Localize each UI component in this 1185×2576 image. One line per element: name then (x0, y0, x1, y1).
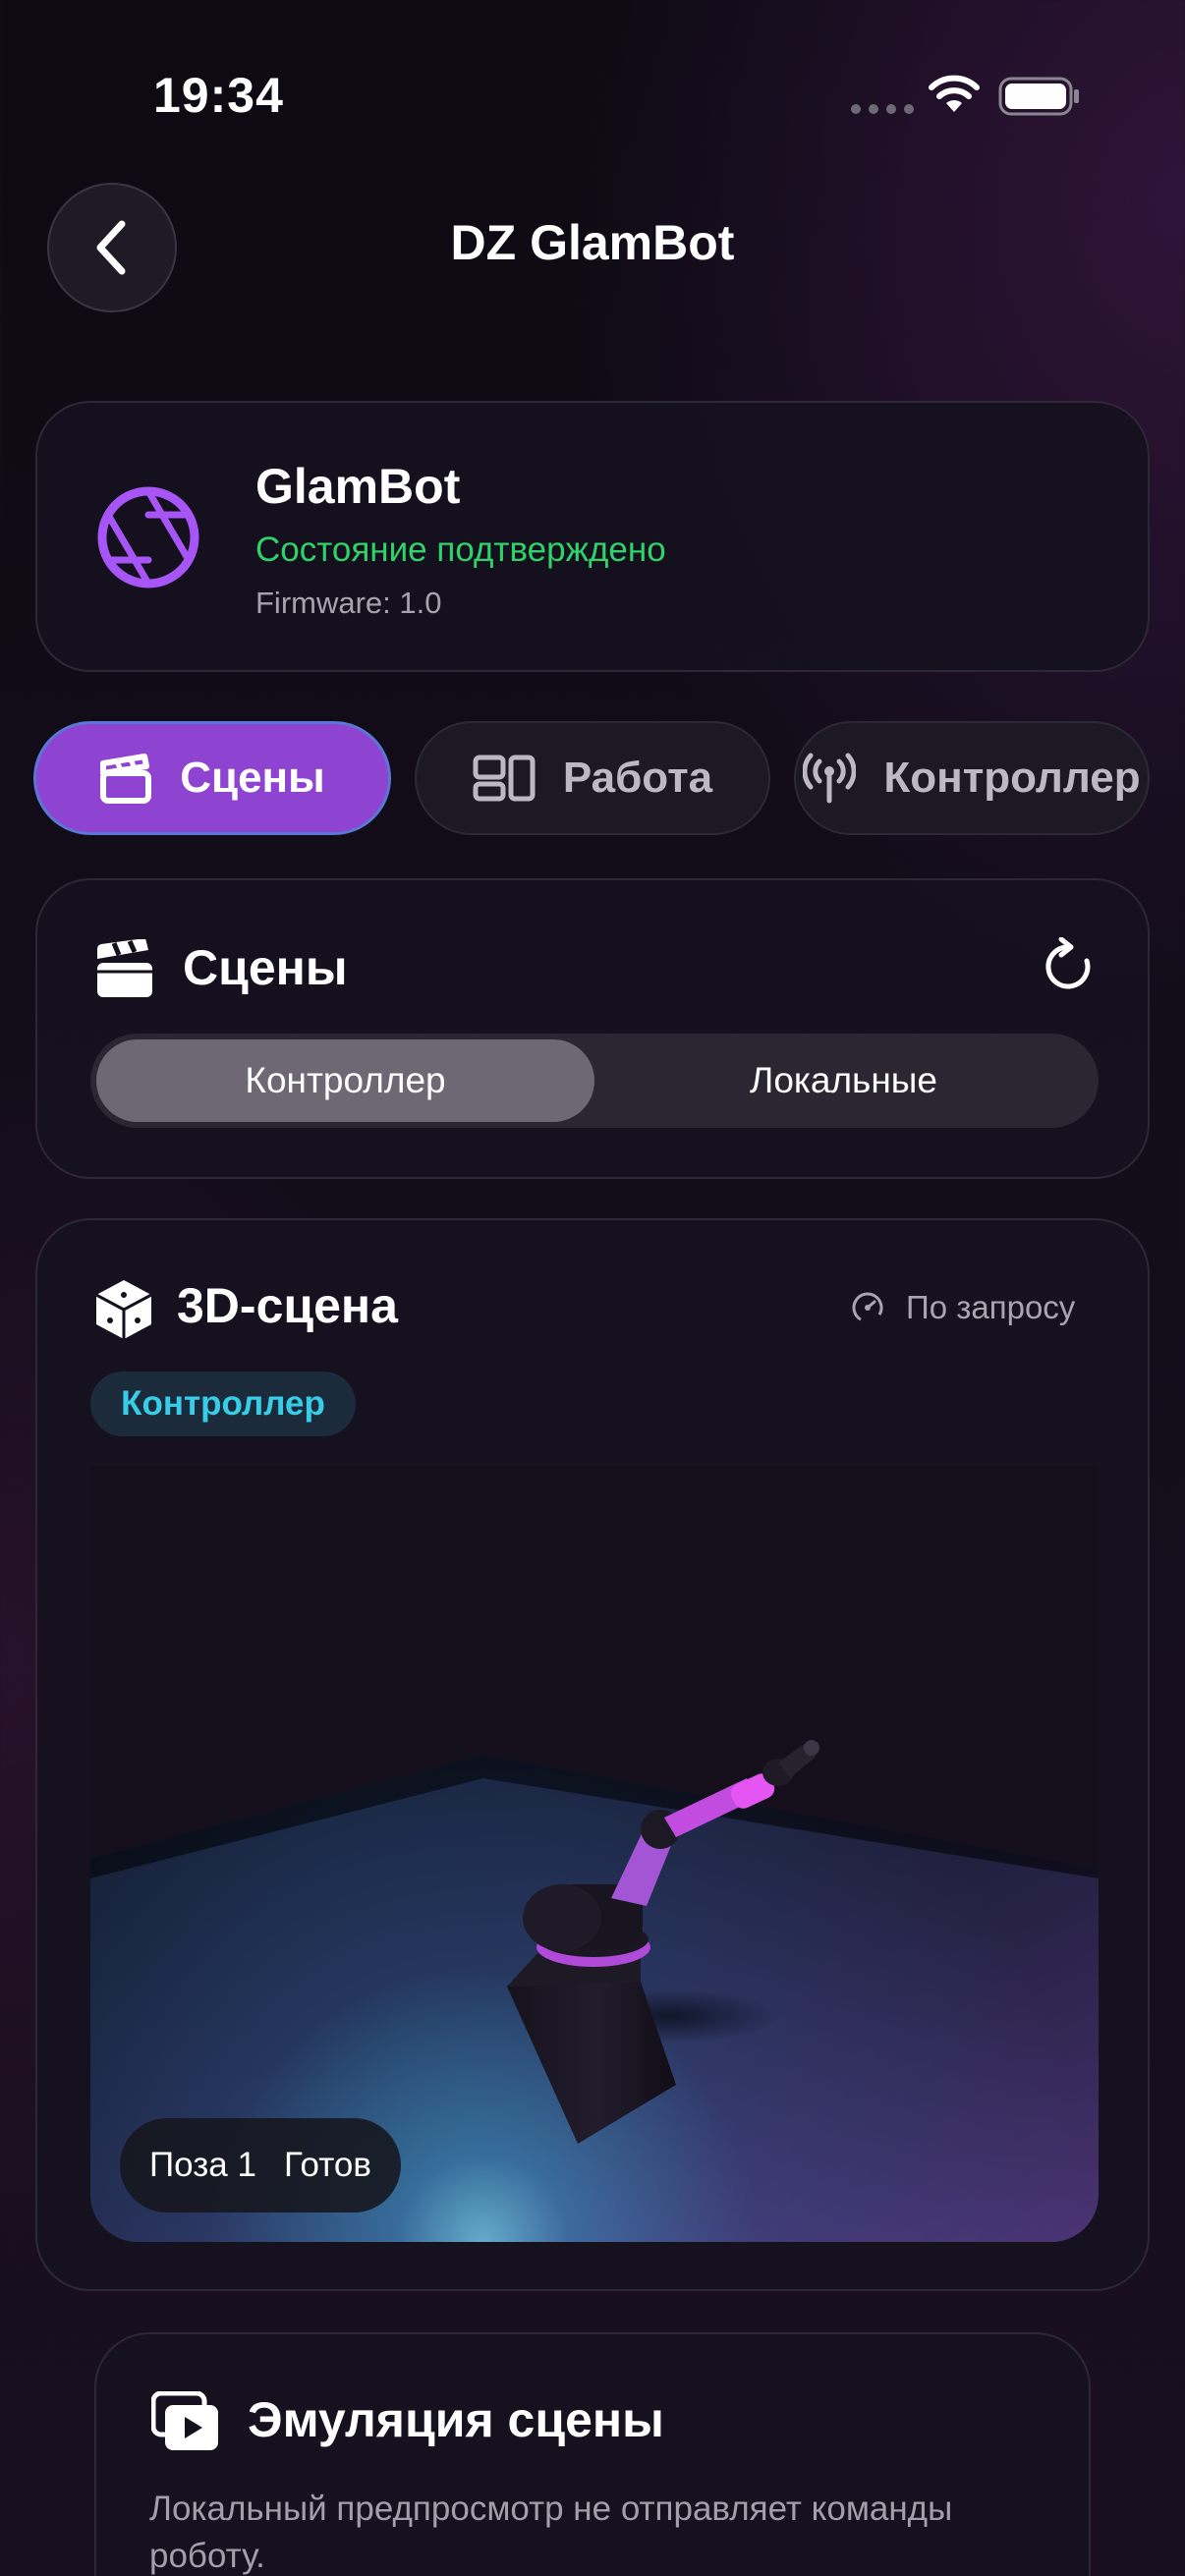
status-bar: 19:34 (0, 0, 1185, 196)
play-stack-icon (151, 2391, 218, 2450)
clapperboard-icon (97, 939, 152, 997)
scenes-title: Сцены (183, 940, 348, 995)
layout-icon (473, 755, 536, 802)
cube-icon (95, 1280, 152, 1339)
refresh-mode-label: По запросу (906, 1289, 1076, 1325)
clapperboard-icon (100, 754, 152, 804)
pose-label: Поза 1 (149, 2146, 256, 2184)
device-status: Состояние подтверждено (255, 531, 666, 569)
scene-source-segmented-control: Контроллер Локальные (90, 1034, 1099, 1128)
emulation-title: Эмуляция сцены (248, 2392, 664, 2447)
pose-status-badge: Поза 1 Готов (120, 2118, 401, 2212)
source-badge: Контроллер (90, 1372, 356, 1436)
scene3d-card: 3D-сцена По запросу Контроллер Поза 1 Го… (35, 1218, 1150, 2291)
tab-work-label: Работа (562, 754, 713, 802)
wifi-icon (929, 75, 980, 112)
segment-controller[interactable]: Контроллер (96, 1039, 594, 1122)
scenes-card: Сцены Контроллер Локальные (35, 878, 1150, 1179)
scene-emulation-card: Эмуляция сцены Локальный предпросмотр не… (94, 2332, 1091, 2576)
ready-status: Готов (283, 2146, 371, 2184)
status-time: 19:34 (153, 68, 284, 123)
refresh-icon[interactable] (1044, 937, 1099, 996)
aperture-icon (97, 486, 199, 588)
page-title: DZ GlamBot (450, 215, 735, 270)
tab-controller-label: Контроллер (883, 754, 1141, 802)
scene3d-title: 3D-сцена (177, 1278, 398, 1333)
battery-icon (998, 77, 1079, 116)
refresh-mode[interactable]: По запросу (851, 1289, 1075, 1326)
emulation-description: Локальный предпросмотр не отправляет ком… (149, 2490, 953, 2575)
tab-controller[interactable]: Контроллер (794, 721, 1150, 835)
tab-scenes-label: Сцены (180, 754, 325, 802)
gauge-icon (852, 1292, 883, 1323)
cellular-signal-icon (851, 104, 914, 114)
tab-scenes[interactable]: Сцены (33, 721, 391, 835)
device-card: GlamBot Состояние подтверждено Firmware:… (35, 401, 1150, 672)
tab-work[interactable]: Работа (415, 721, 770, 835)
device-firmware: Firmware: 1.0 (255, 586, 442, 620)
device-name: GlamBot (255, 459, 461, 514)
antenna-icon (803, 753, 857, 804)
segment-local[interactable]: Локальные (594, 1039, 1093, 1122)
3d-viewport[interactable]: Поза 1 Готов (90, 1466, 1099, 2242)
